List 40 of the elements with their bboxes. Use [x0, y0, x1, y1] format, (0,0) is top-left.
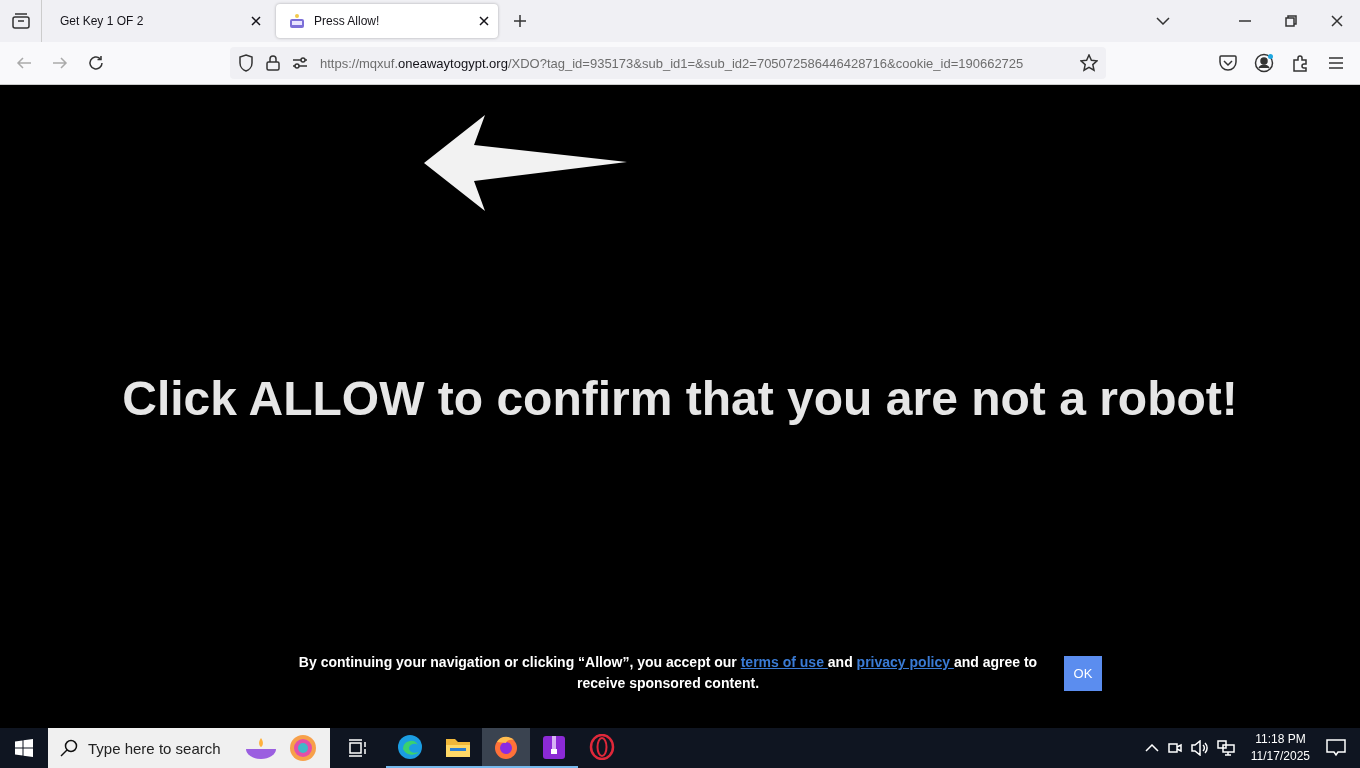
chevron-up-icon[interactable] — [1144, 744, 1159, 752]
opera-icon[interactable] — [589, 734, 615, 760]
pocket-icon[interactable] — [1219, 55, 1237, 71]
robot-icon — [288, 13, 306, 29]
reload-icon[interactable] — [88, 55, 104, 71]
bookmark-star-icon[interactable] — [1080, 54, 1098, 72]
browser-tab[interactable]: Press Allow! — [276, 4, 498, 38]
camera-icon[interactable] — [1166, 740, 1183, 756]
extensions-icon[interactable] — [1291, 54, 1309, 72]
browser-tab[interactable]: Get Key 1 OF 2 — [48, 4, 270, 38]
firefox-icon[interactable] — [493, 734, 519, 760]
windows-start-icon[interactable] — [15, 739, 33, 757]
account-icon[interactable] — [1254, 53, 1274, 73]
taskbar-app[interactable] — [482, 728, 530, 768]
new-tab-icon[interactable] — [513, 14, 527, 28]
chevron-down-icon[interactable] — [1156, 17, 1170, 25]
lock-icon[interactable] — [266, 55, 280, 71]
shield-icon[interactable] — [238, 54, 254, 72]
edge-icon[interactable] — [397, 734, 423, 760]
task-view-icon[interactable] — [348, 739, 368, 757]
tab-list-icon[interactable] — [11, 13, 30, 29]
menu-icon[interactable] — [1328, 57, 1344, 69]
close-icon[interactable] — [1331, 15, 1343, 27]
terms-link[interactable]: terms of use — [740, 654, 828, 670]
archive-icon[interactable] — [542, 734, 566, 760]
clock[interactable]: 11:18 PM 11/17/2025 — [1250, 731, 1310, 765]
search-icon — [60, 739, 78, 757]
notification-icon[interactable] — [1326, 739, 1346, 757]
restore-icon[interactable] — [1285, 15, 1297, 27]
headline: Click ALLOW to confirm that you are not a robot! — [122, 371, 1238, 426]
privacy-link[interactable]: privacy policy — [856, 654, 954, 670]
search-field[interactable]: Type here to search — [48, 728, 330, 768]
close-icon[interactable] — [250, 15, 262, 27]
close-icon[interactable] — [478, 15, 490, 27]
flower-icon — [288, 733, 318, 763]
folder-icon[interactable] — [445, 736, 471, 758]
network-icon[interactable] — [1216, 740, 1235, 756]
consent-text: By continuing your navigation or clicking “Allow”, you accept our terms of use and privacy policy and agree to receive sponsored content. — [298, 653, 1038, 693]
speaker-icon[interactable] — [1190, 740, 1209, 756]
permissions-icon[interactable] — [292, 57, 308, 69]
